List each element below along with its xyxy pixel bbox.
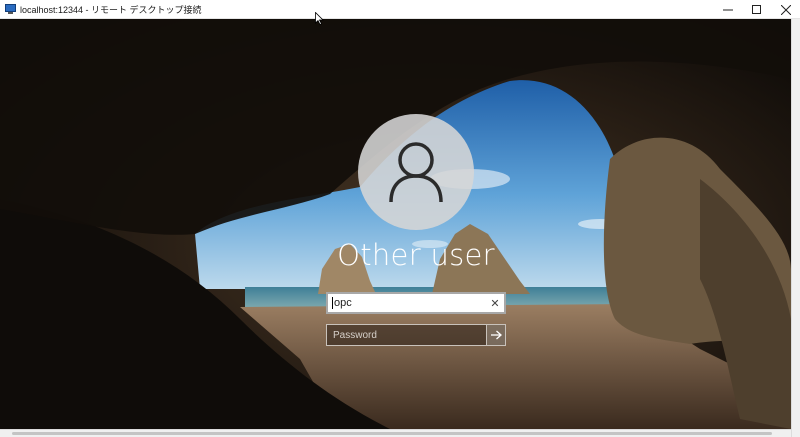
maximize-icon [751, 4, 761, 14]
close-button[interactable] [771, 0, 800, 19]
clear-icon[interactable]: ✕ [486, 294, 504, 312]
close-icon [780, 4, 791, 15]
minimize-icon [722, 9, 733, 10]
scrollbar-thumb[interactable] [12, 432, 772, 435]
user-avatar [358, 114, 474, 230]
remote-desktop-icon [5, 4, 16, 14]
arrow-right-icon [491, 330, 502, 340]
username-input[interactable]: opc ✕ [326, 292, 506, 314]
horizontal-scrollbar[interactable] [0, 429, 791, 437]
submit-button[interactable] [486, 324, 506, 346]
user-display-name: Other user [337, 238, 495, 272]
title-bar[interactable]: localhost:12344 - リモート デスクトップ接続 [0, 0, 800, 19]
vertical-scrollbar[interactable] [791, 19, 800, 437]
maximize-button[interactable] [742, 0, 771, 19]
password-field[interactable]: Password [326, 324, 506, 346]
username-value: opc [334, 296, 352, 309]
password-input[interactable]: Password [326, 324, 486, 346]
mouse-pointer-icon [315, 12, 324, 25]
minimize-button[interactable] [713, 0, 742, 19]
window-title: localhost:12344 - リモート デスクトップ接続 [20, 4, 202, 15]
remote-screen[interactable]: Other user opc ✕ Password [0, 19, 791, 429]
text-caret [332, 297, 333, 310]
user-icon [389, 142, 443, 203]
